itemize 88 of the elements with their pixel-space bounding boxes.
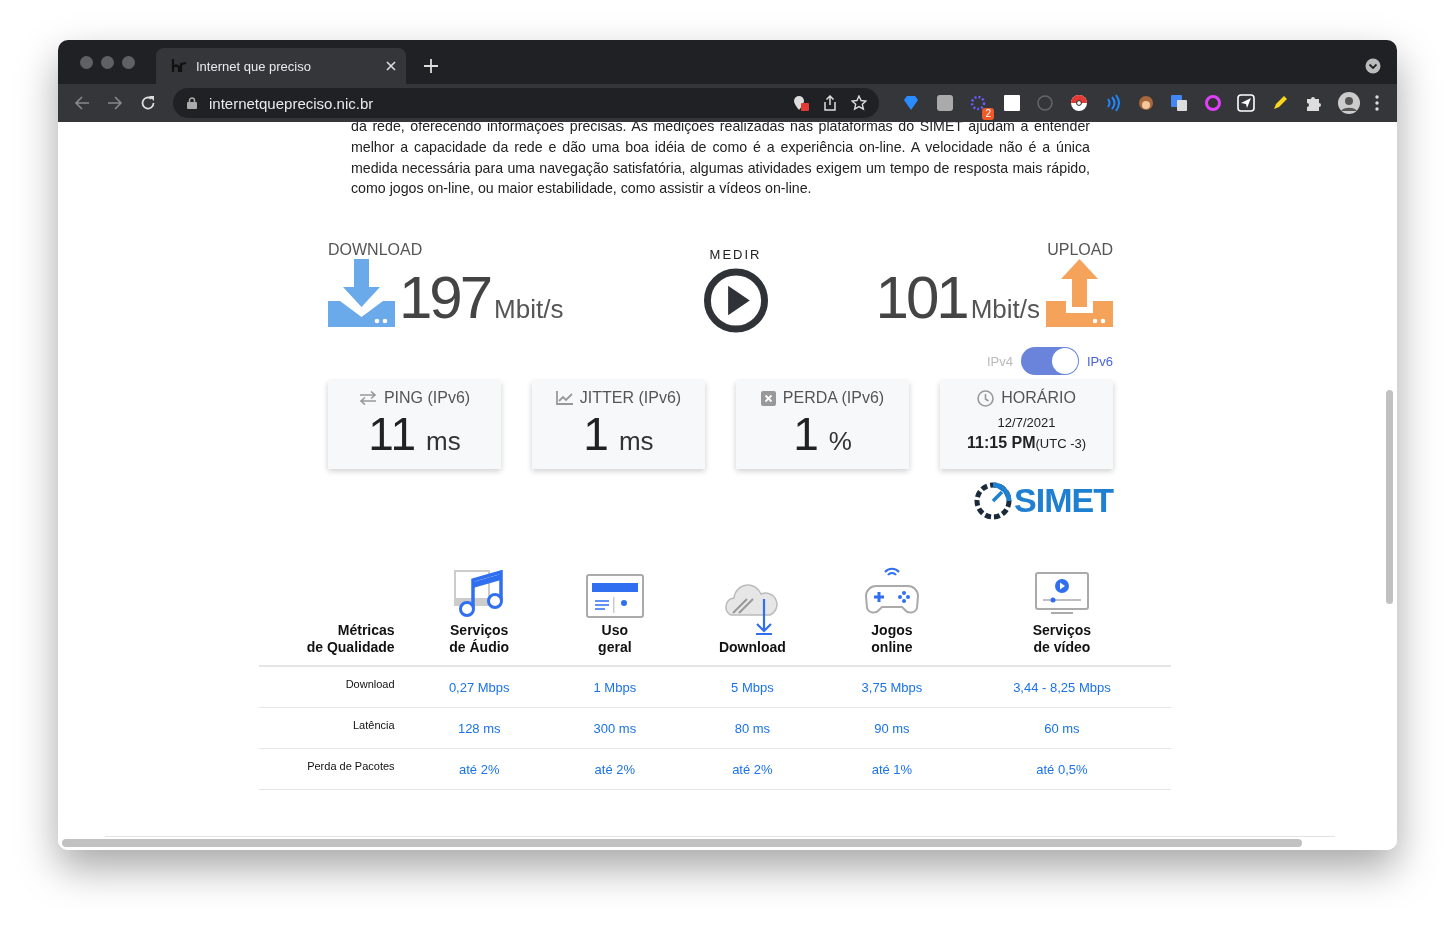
music-note-icon <box>453 570 506 619</box>
card-title: JITTER (IPv6) <box>579 389 682 408</box>
column-header: Serviços de Áudio <box>449 622 510 657</box>
table-cell: 0,27 Mbps <box>448 679 510 695</box>
zoom-light[interactable] <box>122 56 135 69</box>
minimize-light[interactable] <box>101 56 114 69</box>
horizontal-scrollbar[interactable] <box>62 839 1302 847</box>
ipv4-label: IPv4 <box>986 353 1013 369</box>
send-icon[interactable] <box>1237 94 1255 112</box>
clock-icon <box>977 389 995 407</box>
upload-unit: Mbit/s <box>970 294 1040 326</box>
table-cell: 300 ms <box>593 720 637 736</box>
forward-icon[interactable] <box>107 95 123 111</box>
table-cell: 80 ms <box>734 720 771 736</box>
protocol-switch[interactable] <box>1021 347 1079 376</box>
address-bar[interactable]: internetquepreciso.nic.br <box>173 88 879 118</box>
reload-icon[interactable] <box>140 95 156 111</box>
row-label: Download <box>344 677 395 691</box>
avatar[interactable] <box>1337 92 1360 114</box>
download-value: 197 <box>399 269 491 328</box>
table-cell: 90 ms <box>874 720 910 736</box>
line-chart-icon <box>555 391 573 406</box>
square-icon[interactable] <box>1002 94 1021 112</box>
table-cell: até 2% <box>594 761 636 777</box>
back-icon[interactable] <box>74 95 90 111</box>
table-cell: 3,75 Mbps <box>861 679 923 695</box>
card-title: PERDA (IPv6) <box>782 389 885 408</box>
card-title: PING (IPv6) <box>383 389 471 408</box>
column-header: Download <box>718 639 786 657</box>
lock-icon <box>187 97 197 109</box>
vertical-scrollbar[interactable] <box>1386 390 1393 604</box>
metric-value: 1 <box>583 407 609 462</box>
menu-icon[interactable] <box>1375 95 1379 111</box>
web-page-icon <box>585 574 644 619</box>
metric-unit: ms <box>426 426 461 458</box>
ball-icon[interactable] <box>1069 94 1088 112</box>
metric-value: 11 <box>368 407 417 462</box>
share-icon[interactable] <box>823 95 837 111</box>
table-cell: até 1% <box>871 761 913 777</box>
download-icon <box>328 259 395 328</box>
column-header: Jogos online <box>871 622 913 657</box>
table-header: Métricas de Qualidade <box>305 622 395 657</box>
column-header: Serviços de vídeo <box>1032 622 1092 657</box>
card-title: HORÁRIO <box>1001 389 1076 408</box>
new-tab-icon[interactable] <box>424 59 438 73</box>
notification-badge: 2 <box>982 108 994 120</box>
play-button[interactable] <box>702 268 769 334</box>
tab-search-icon[interactable] <box>1365 58 1381 74</box>
simet-logo: SIMET <box>1014 481 1113 521</box>
date-text: 12/7/2021 <box>997 415 1056 431</box>
table-cell: 1 Mbps <box>593 679 637 695</box>
x-box-icon <box>760 390 776 406</box>
swap-arrows-icon <box>358 391 377 406</box>
table-cell: até 2% <box>732 761 773 777</box>
table-cell: até 2% <box>459 761 500 777</box>
close-icon[interactable] <box>386 61 396 71</box>
upload-icon <box>1046 259 1113 328</box>
browser-tab[interactable]: Internet que preciso <box>156 48 406 84</box>
download-unit: Mbit/s <box>494 294 564 326</box>
location-blocked-icon[interactable] <box>793 95 809 111</box>
measure-label: MEDIR <box>709 247 762 263</box>
metric-unit: ms <box>618 426 654 458</box>
burst-icon[interactable] <box>969 94 987 112</box>
star-icon[interactable] <box>851 95 867 111</box>
time-text: 11:15 PM <box>967 434 1036 452</box>
table-cell: até 0,5% <box>1036 761 1088 777</box>
ring-icon[interactable] <box>1203 94 1222 112</box>
tile-icon[interactable] <box>935 94 954 112</box>
translate-icon[interactable] <box>1170 94 1188 112</box>
ipv6-label: IPv6 <box>1087 353 1113 369</box>
metric-unit: % <box>828 426 852 458</box>
puzzle-icon[interactable] <box>1304 94 1322 112</box>
row-label: Latência <box>352 718 395 732</box>
timezone-text: (UTC -3) <box>1035 436 1086 452</box>
column-header: Uso geral <box>598 622 632 657</box>
diamond-icon[interactable] <box>902 94 920 112</box>
table-cell: 5 Mbps <box>731 679 774 695</box>
upload-value: 101 <box>875 269 967 328</box>
table-cell: 128 ms <box>457 720 501 736</box>
metric-value: 1 <box>793 407 819 462</box>
row-label: Perda de Pacotes <box>306 759 395 773</box>
download-label: DOWNLOAD <box>328 241 423 260</box>
site-icon <box>170 58 188 74</box>
close-light[interactable] <box>80 56 93 69</box>
upload-label: UPLOAD <box>1047 241 1113 260</box>
table-cell: 3,44 - 8,25 Mbps <box>1013 679 1111 695</box>
table-cell: 60 ms <box>1044 720 1080 736</box>
gauge-icon <box>974 481 1013 520</box>
